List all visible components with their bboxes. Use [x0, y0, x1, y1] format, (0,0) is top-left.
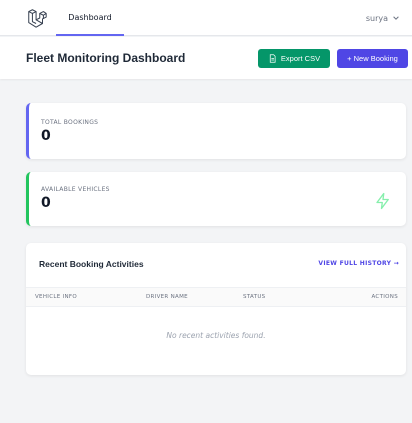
chevron-down-icon [393, 16, 399, 20]
column-header-status: STATUS [243, 294, 266, 300]
new-booking-button[interactable]: + New Booking [337, 49, 408, 68]
available-vehicles-card: AVAILABLE VEHICLES 0 [26, 172, 406, 226]
recent-activity-title: Recent Booking Activities [39, 259, 144, 269]
export-csv-label: Export CSV [280, 54, 321, 63]
activity-table-header: VEHICLE INFO DRIVER NAME STATUS ACTIONS [26, 287, 406, 307]
export-csv-button[interactable]: Export CSV [258, 49, 330, 68]
empty-state-message: No recent activities found. [166, 331, 266, 340]
top-navigation: Dashboard surya [0, 0, 412, 36]
column-header-actions: ACTIONS [371, 294, 398, 300]
nav-dashboard-link[interactable]: Dashboard [56, 0, 124, 36]
laravel-logo-icon[interactable] [26, 7, 48, 29]
document-icon [269, 54, 276, 63]
column-header-vehicle-info: VEHICLE INFO [35, 294, 77, 300]
user-menu[interactable]: surya [366, 0, 400, 36]
column-header-driver-name: DRIVER NAME [146, 294, 188, 300]
total-bookings-value: 0 [41, 128, 51, 144]
available-vehicles-value: 0 [41, 195, 51, 211]
available-vehicles-label: AVAILABLE VEHICLES [41, 186, 110, 193]
recent-activity-card: Recent Booking Activities VIEW FULL HIST… [26, 243, 406, 375]
page-title: Fleet Monitoring Dashboard [26, 51, 186, 65]
view-full-history-link[interactable]: VIEW FULL HISTORY → [318, 260, 399, 267]
page-header: Fleet Monitoring Dashboard Export CSV + … [0, 37, 412, 79]
user-name: surya [365, 13, 388, 23]
total-bookings-label: TOTAL BOOKINGS [41, 119, 99, 126]
total-bookings-card: TOTAL BOOKINGS 0 [26, 103, 406, 159]
lightning-icon [376, 192, 389, 210]
